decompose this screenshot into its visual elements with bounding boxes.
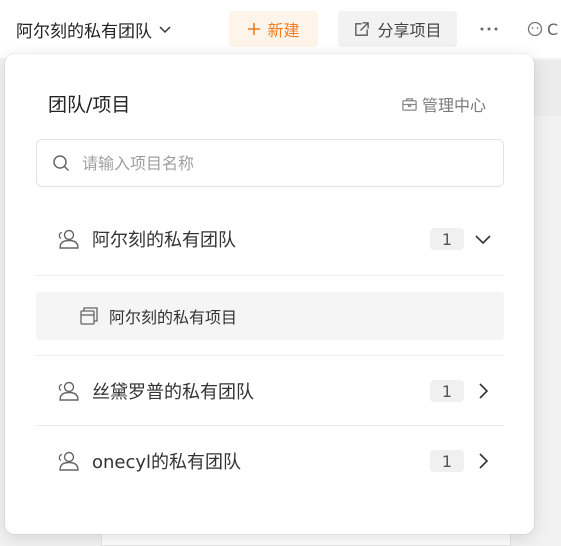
- project-name: 阿尔刻的私有项目: [109, 308, 238, 327]
- project-search-input[interactable]: [82, 153, 482, 173]
- new-button-label: 新建: [267, 21, 300, 40]
- more-icon: [480, 27, 498, 31]
- search-icon: [53, 155, 70, 172]
- project-count-badge: 1: [430, 380, 464, 402]
- team-project-dropdown: 团队/项目 管理中心 阿尔刻的私有团队 1 阿尔刻的私有项目: [5, 54, 534, 534]
- team-row[interactable]: onecyl的私有团队 1: [36, 426, 504, 496]
- briefcase-icon: [402, 97, 417, 111]
- chevron-right-icon: [479, 453, 489, 469]
- truncated-action[interactable]: C: [527, 14, 558, 44]
- top-bar: 阿尔刻的私有团队 新建 分享项目 C: [0, 0, 561, 58]
- chevron-right-icon: [479, 383, 489, 399]
- team-icon: [58, 381, 79, 401]
- clock-icon: [527, 21, 543, 37]
- team-switcher[interactable]: 阿尔刻的私有团队: [16, 14, 172, 44]
- team-icon: [58, 229, 79, 249]
- admin-center-label: 管理中心: [421, 96, 486, 115]
- expand-toggle[interactable]: [468, 376, 498, 406]
- project-count-badge: 1: [430, 450, 464, 472]
- project-count-badge: 1: [430, 228, 464, 250]
- team-name: onecyl的私有团队: [92, 452, 242, 473]
- expand-toggle[interactable]: [468, 224, 498, 254]
- search-box: [36, 139, 504, 187]
- team-row[interactable]: 丝黛罗普的私有团队 1: [36, 356, 504, 426]
- team-name: 阿尔刻的私有团队: [92, 230, 236, 251]
- team-name: 丝黛罗普的私有团队: [92, 382, 254, 403]
- new-button[interactable]: 新建: [229, 11, 318, 47]
- divider: [36, 275, 504, 276]
- project-item[interactable]: 阿尔刻的私有项目: [36, 292, 504, 340]
- chevron-down-icon: [159, 26, 171, 34]
- truncated-action-label: C: [547, 19, 559, 39]
- team-icon: [58, 451, 79, 471]
- more-button[interactable]: [473, 14, 505, 44]
- plus-icon: [248, 23, 261, 35]
- share-icon: [355, 21, 370, 36]
- dropdown-title: 团队/项目: [48, 94, 131, 116]
- team-switcher-label: 阿尔刻的私有团队: [16, 21, 152, 42]
- project-icon: [80, 307, 98, 325]
- expand-toggle[interactable]: [468, 446, 498, 476]
- chevron-down-icon: [475, 235, 491, 245]
- team-row[interactable]: 阿尔刻的私有团队 1: [36, 204, 504, 274]
- admin-center-link[interactable]: 管理中心: [401, 92, 486, 116]
- share-project-button[interactable]: 分享项目: [338, 11, 457, 47]
- share-button-label: 分享项目: [377, 21, 442, 40]
